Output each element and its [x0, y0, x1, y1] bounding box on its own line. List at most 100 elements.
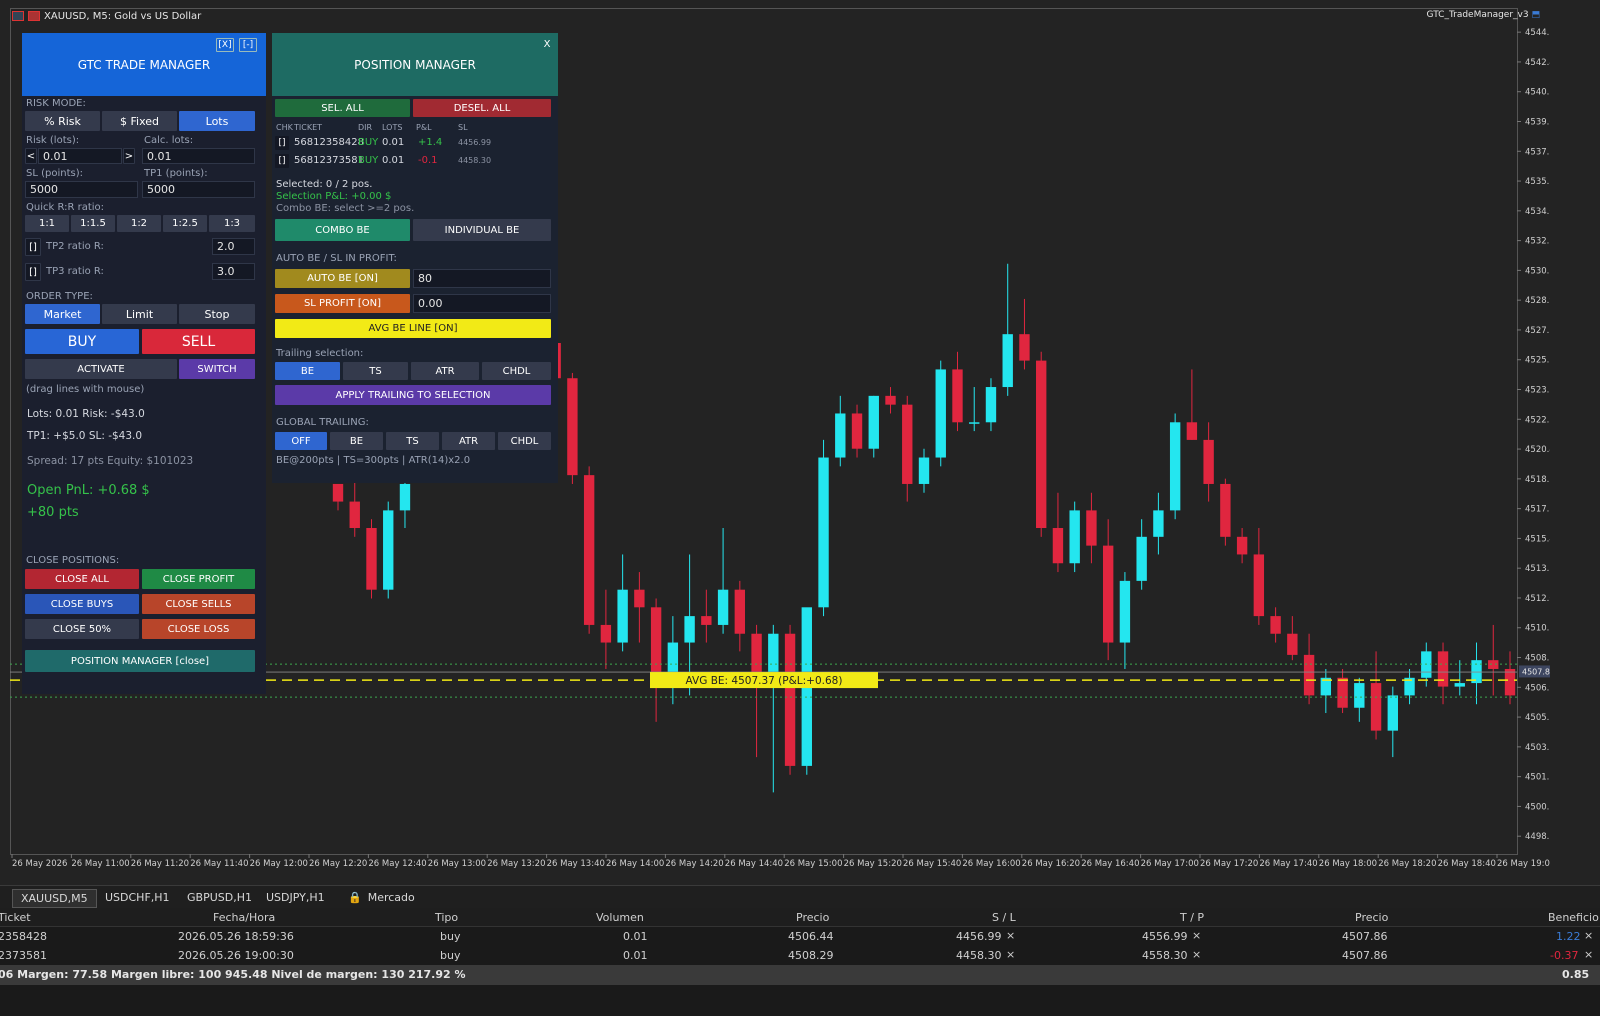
avg-be-line-toggle[interactable]: AVG BE LINE [ON]: [275, 319, 551, 338]
risk-lots-input[interactable]: 0.01: [38, 148, 122, 164]
trade-terminal: Ticket Fecha/Hora Tipo Volumen Precio S …: [0, 908, 1600, 1016]
close-position-icon[interactable]: ×: [1584, 948, 1593, 961]
trailing-atr-button[interactable]: ATR: [411, 362, 479, 380]
terminal-row[interactable]: 2373581 2026.05.26 19:00:30 buy 0.01 450…: [0, 946, 1600, 964]
risk-mode-percent-button[interactable]: % Risk: [25, 111, 100, 131]
tp3-checkbox[interactable]: []: [25, 263, 41, 281]
remove-tp-icon[interactable]: ×: [1192, 948, 1201, 961]
close-position-icon[interactable]: ×: [1584, 929, 1593, 942]
individual-be-button[interactable]: INDIVIDUAL BE: [413, 219, 551, 241]
header-type[interactable]: Tipo: [435, 911, 458, 924]
global-chdl-button[interactable]: CHDL: [498, 432, 551, 450]
remove-sl-icon[interactable]: ×: [1006, 929, 1015, 942]
rr-1-2.5-button[interactable]: 1:2.5: [163, 215, 207, 232]
y-tick-label: 4510.34: [1525, 624, 1550, 634]
y-tick-label: 4535.69: [1525, 177, 1550, 187]
pm-row-dir: BUY: [358, 137, 379, 148]
calc-lots-field: 0.01: [142, 148, 255, 164]
tab-xauusd[interactable]: XAUUSD,M5: [12, 889, 97, 908]
global-be-button[interactable]: BE: [330, 432, 383, 450]
total-profit: 0.85: [1562, 968, 1590, 981]
remove-sl-icon[interactable]: ×: [1006, 948, 1015, 961]
pm-row-checkbox[interactable]: []: [275, 136, 289, 150]
sell-button[interactable]: SELL: [142, 329, 255, 354]
header-price[interactable]: Precio: [796, 911, 829, 924]
risk-mode-lots-button[interactable]: Lots: [179, 111, 255, 131]
auto-be-input[interactable]: 80: [413, 269, 551, 288]
x-tick-label: 26 May 13:40: [547, 859, 605, 868]
close-loss-button[interactable]: CLOSE LOSS: [142, 619, 255, 639]
tab-usdjpy[interactable]: USDJPY,H1: [258, 889, 333, 906]
risk-lots-increment-button[interactable]: >: [123, 148, 135, 164]
remove-tp-icon[interactable]: ×: [1192, 929, 1201, 942]
header-tp[interactable]: T / P: [1180, 911, 1204, 924]
row-type: buy: [440, 930, 461, 943]
tp1-points-input[interactable]: 5000: [142, 181, 255, 198]
order-type-limit-button[interactable]: Limit: [102, 304, 177, 324]
gtc-minimize-button[interactable]: [-]: [239, 38, 257, 52]
rr-1-2-button[interactable]: 1:2: [117, 215, 161, 232]
activate-button[interactable]: ACTIVATE: [25, 359, 177, 379]
bear-candle: [650, 607, 662, 678]
risk-mode-fixed-button[interactable]: $ Fixed: [102, 111, 177, 131]
header-profit[interactable]: Beneficio: [1548, 911, 1599, 924]
global-off-button[interactable]: OFF: [275, 432, 327, 450]
order-type-label: ORDER TYPE:: [26, 291, 93, 302]
chart-tabs: XAUUSD,M5 USDCHF,H1 GBPUSD,H1 USDJPY,H1 …: [0, 885, 1600, 908]
x-tick-label: 26 May 12:00: [250, 859, 308, 868]
header-volume[interactable]: Volumen: [596, 911, 644, 924]
tp2-ratio-input[interactable]: 2.0: [212, 238, 255, 255]
pm-row-pnl: -0.1: [418, 155, 438, 166]
close-all-button[interactable]: CLOSE ALL: [25, 569, 139, 589]
close-50-button[interactable]: CLOSE 50%: [25, 619, 139, 639]
y-tick-label: 4513.72: [1525, 564, 1550, 574]
select-all-button[interactable]: SEL. ALL: [275, 99, 410, 117]
trailing-chdl-button[interactable]: CHDL: [482, 362, 551, 380]
tp3-ratio-input[interactable]: 3.0: [212, 263, 255, 280]
tab-mercado[interactable]: 🔒 Mercado: [340, 889, 423, 906]
x-tick-label: 26 May 16:40: [1081, 859, 1139, 868]
auto-be-toggle[interactable]: AUTO BE [ON]: [275, 269, 410, 288]
rr-1-1-button[interactable]: 1:1: [25, 215, 69, 232]
combo-be-button[interactable]: COMBO BE: [275, 219, 410, 241]
header-sl[interactable]: S / L: [992, 911, 1016, 924]
y-tick-label: 4532.31: [1525, 237, 1550, 247]
pm-close-button[interactable]: X: [540, 37, 554, 51]
risk-lots-decrement-button[interactable]: <: [25, 148, 37, 164]
tab-gbpusd[interactable]: GBPUSD,H1: [179, 889, 260, 906]
close-profit-button[interactable]: CLOSE PROFIT: [142, 569, 255, 589]
close-sells-button[interactable]: CLOSE SELLS: [142, 594, 255, 614]
deselect-all-button[interactable]: DESEL. ALL: [413, 99, 551, 117]
position-manager-toggle-button[interactable]: POSITION MANAGER [close]: [25, 650, 255, 672]
combo-be-hint: Combo BE: select >=2 pos.: [276, 203, 415, 214]
order-type-market-button[interactable]: Market: [25, 304, 100, 324]
bull-candle: [1387, 695, 1398, 731]
header-current-price[interactable]: Precio: [1355, 911, 1388, 924]
apply-trailing-button[interactable]: APPLY TRAILING TO SELECTION: [275, 385, 551, 405]
tp2-checkbox[interactable]: []: [25, 238, 41, 256]
sl-profit-input[interactable]: 0.00: [413, 294, 551, 313]
rr-1-1.5-button[interactable]: 1:1.5: [71, 215, 115, 232]
terminal-row[interactable]: 2358428 2026.05.26 18:59:36 buy 0.01 450…: [0, 927, 1600, 945]
global-ts-button[interactable]: TS: [386, 432, 439, 450]
global-atr-button[interactable]: ATR: [442, 432, 495, 450]
close-buys-button[interactable]: CLOSE BUYS: [25, 594, 139, 614]
row-tp: 4558.30: [1142, 949, 1188, 962]
bull-candle: [717, 589, 729, 625]
terminal-header-row: Ticket Fecha/Hora Tipo Volumen Precio S …: [0, 908, 1600, 927]
sl-profit-toggle[interactable]: SL PROFIT [ON]: [275, 294, 410, 313]
y-tick-label: 4534.00: [1525, 207, 1550, 217]
gtc-close-button[interactable]: [X]: [216, 38, 234, 52]
sl-points-input[interactable]: 5000: [25, 181, 138, 198]
tab-usdchf[interactable]: USDCHF,H1: [97, 889, 178, 906]
header-ticket[interactable]: Ticket: [0, 911, 31, 924]
trailing-be-button[interactable]: BE: [275, 362, 340, 380]
switch-button[interactable]: SWITCH: [179, 359, 255, 379]
pm-row-checkbox[interactable]: []: [275, 154, 289, 168]
order-type-stop-button[interactable]: Stop: [179, 304, 255, 324]
buy-button[interactable]: BUY: [25, 329, 139, 354]
bear-candle: [1437, 651, 1449, 687]
trailing-ts-button[interactable]: TS: [343, 362, 408, 380]
rr-1-3-button[interactable]: 1:3: [209, 215, 255, 232]
header-time[interactable]: Fecha/Hora: [213, 911, 275, 924]
